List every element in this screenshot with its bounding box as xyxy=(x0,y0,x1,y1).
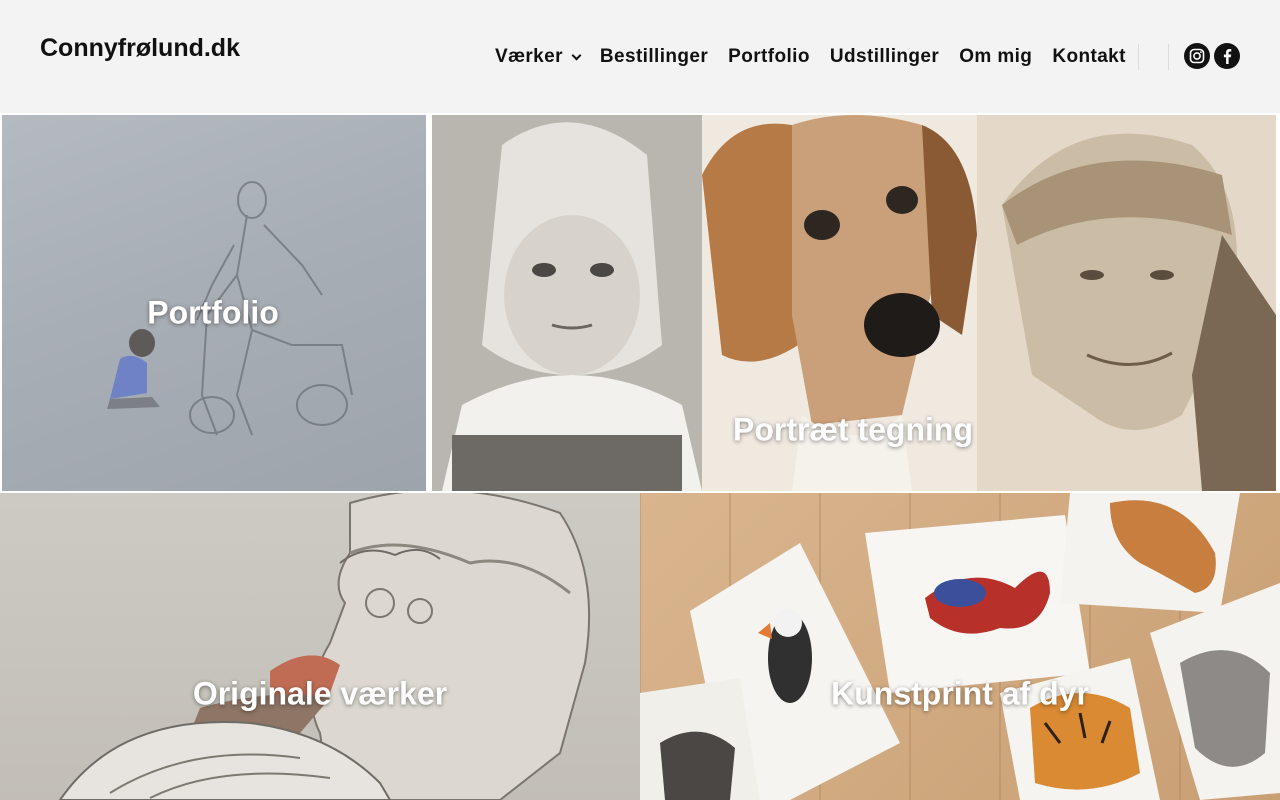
nav-item-kontakt[interactable]: Kontakt xyxy=(1052,46,1126,68)
tile-label-kunstprint: Kunstprint af dyr xyxy=(831,675,1089,712)
site-logo[interactable]: Connyfrølund.dk xyxy=(40,34,240,63)
chevron-down-icon xyxy=(571,50,582,60)
tile-portfolio[interactable]: Portfolio xyxy=(2,115,426,491)
facebook-button[interactable] xyxy=(1214,43,1240,69)
nav-item-udstillinger[interactable]: Udstillinger xyxy=(830,46,939,68)
tile-label-originale: Originale værker xyxy=(192,675,448,712)
nav-item-portfolio[interactable]: Portfolio xyxy=(728,46,810,68)
nav-item-vaerker[interactable]: Værker xyxy=(495,46,582,68)
social-links xyxy=(1184,43,1240,69)
instagram-icon xyxy=(1189,48,1205,64)
kunstprint-artwork xyxy=(640,493,1280,800)
tile-label-portraet: Portræt tegning xyxy=(733,411,973,448)
tile-portraet-tegning[interactable]: Portræt tegning xyxy=(432,115,1276,491)
nav-item-label: Værker xyxy=(495,46,563,67)
site-header: Connyfrølund.dk Værker Bestillinger Port… xyxy=(0,0,1280,113)
nav-divider xyxy=(1168,44,1169,70)
instagram-button[interactable] xyxy=(1184,43,1210,69)
facebook-icon xyxy=(1223,49,1232,64)
nav-item-om-mig[interactable]: Om mig xyxy=(959,46,1032,68)
tile-originale-vaerker[interactable]: Originale værker xyxy=(0,493,640,800)
nav-divider xyxy=(1138,44,1139,70)
originale-artwork xyxy=(58,493,591,800)
nav-item-bestillinger[interactable]: Bestillinger xyxy=(600,46,708,68)
tile-label-portfolio: Portfolio xyxy=(147,294,279,331)
main-nav: Værker Bestillinger Portfolio Udstilling… xyxy=(495,44,1126,70)
tile-kunstprint-af-dyr[interactable]: Kunstprint af dyr xyxy=(640,493,1280,800)
